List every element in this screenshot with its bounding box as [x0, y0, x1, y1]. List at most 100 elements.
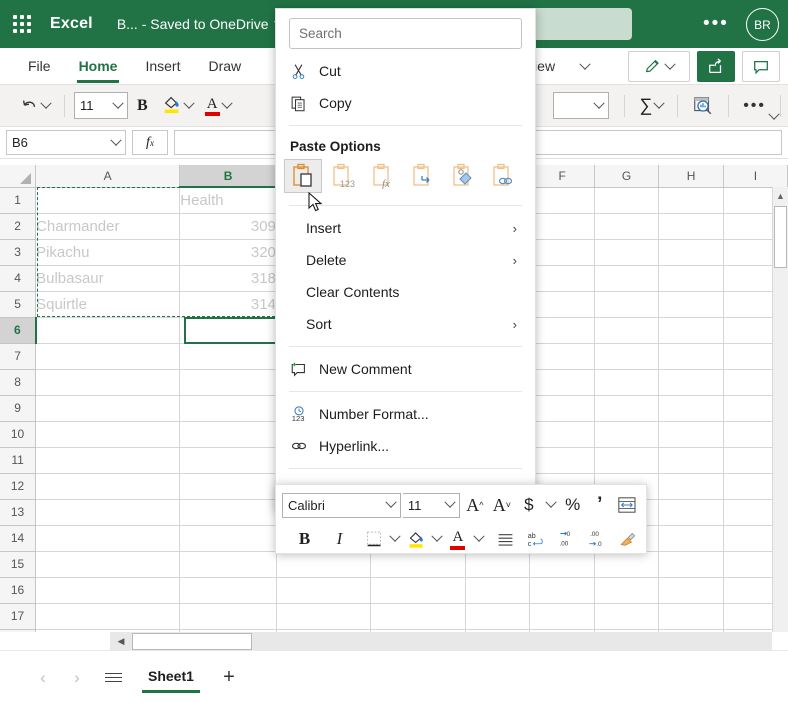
cell-F7[interactable]	[529, 343, 595, 370]
paste-values-button[interactable]: 123	[324, 159, 362, 193]
cell-B4[interactable]: 318	[179, 265, 277, 292]
cell-G2[interactable]	[594, 213, 660, 240]
cell-F16[interactable]	[529, 577, 595, 604]
document-title[interactable]: B... - Saved to OneDrive	[117, 14, 287, 32]
cell-A4[interactable]: Bulbasaur	[35, 265, 181, 292]
cell-H5[interactable]	[658, 291, 724, 318]
cell-G11[interactable]	[594, 447, 660, 474]
tab-file[interactable]: File	[14, 48, 65, 85]
scroll-up-arrow[interactable]: ▲	[773, 187, 788, 205]
comments-button[interactable]	[742, 51, 780, 82]
more-options-button[interactable]: •••	[703, 14, 729, 33]
tab-insert[interactable]: Insert	[131, 48, 194, 85]
cell-G1[interactable]	[594, 187, 660, 214]
cell-F3[interactable]	[529, 239, 595, 266]
cell-G10[interactable]	[594, 421, 660, 448]
analyze-data-button[interactable]	[687, 91, 719, 121]
row-header-17[interactable]: 17	[0, 603, 37, 630]
paste-formulas-button[interactable]: fx	[364, 159, 402, 193]
cell-A14[interactable]	[35, 525, 181, 552]
paste-formatting-button[interactable]	[444, 159, 482, 193]
cell-B14[interactable]	[179, 525, 277, 552]
cell-H15[interactable]	[658, 551, 724, 578]
cell-G5[interactable]	[594, 291, 660, 318]
cell-A5[interactable]: Squirtle	[35, 291, 181, 318]
currency-format-button[interactable]: $	[516, 492, 541, 519]
cell-F5[interactable]	[529, 291, 595, 318]
cell-B3[interactable]: 320	[179, 239, 277, 266]
cell-H8[interactable]	[658, 369, 724, 396]
menu-item-number-format[interactable]: 123 Number Format...	[276, 398, 535, 430]
name-box[interactable]: B6	[6, 130, 126, 155]
app-launcher-icon[interactable]	[0, 15, 44, 33]
row-header-2[interactable]: 2	[0, 213, 37, 240]
cell-H6[interactable]	[658, 317, 724, 344]
cell-F17[interactable]	[529, 603, 595, 630]
cell-F4[interactable]	[529, 265, 595, 292]
mini-fill-color-button[interactable]	[404, 526, 429, 553]
menu-item-cut[interactable]: Cut	[276, 55, 535, 87]
wrap-text-button[interactable]	[614, 492, 640, 519]
cell-A12[interactable]	[35, 473, 181, 500]
next-sheet-button[interactable]: ›	[62, 663, 92, 693]
menu-item-hyperlink[interactable]: Hyperlink...	[276, 430, 535, 462]
bold-button[interactable]: B	[130, 97, 155, 115]
sheet-tab-sheet1[interactable]: Sheet1	[134, 662, 208, 693]
row-header-10[interactable]: 10	[0, 421, 37, 448]
borders-chevron-down-icon[interactable]	[389, 526, 402, 553]
cell-G9[interactable]	[594, 395, 660, 422]
cell-H16[interactable]	[658, 577, 724, 604]
cell-B5[interactable]: 314	[179, 291, 277, 318]
menu-item-new-comment[interactable]: New Comment	[276, 353, 535, 385]
column-header-i[interactable]: I	[723, 165, 788, 188]
row-header-11[interactable]: 11	[0, 447, 37, 474]
paste-transpose-button[interactable]	[404, 159, 442, 193]
comma-format-button[interactable]: ’	[587, 492, 612, 519]
cell-G3[interactable]	[594, 239, 660, 266]
vertical-scroll-thumb[interactable]	[774, 206, 787, 268]
column-header-b[interactable]: B	[179, 165, 277, 188]
cell-A6[interactable]	[35, 317, 181, 344]
cell-H2[interactable]	[658, 213, 724, 240]
cell-A11[interactable]	[35, 447, 181, 474]
row-header-16[interactable]: 16	[0, 577, 37, 604]
cell-D17[interactable]	[370, 603, 466, 630]
tab-draw[interactable]: Draw	[194, 48, 255, 85]
cell-G4[interactable]	[594, 265, 660, 292]
cell-F8[interactable]	[529, 369, 595, 396]
autosum-button[interactable]: ∑	[634, 91, 668, 121]
cell-B1[interactable]: Health	[179, 187, 277, 214]
cell-H12[interactable]	[658, 473, 724, 500]
menu-item-copy[interactable]: Copy	[276, 87, 535, 119]
cell-A3[interactable]: Pikachu	[35, 239, 181, 266]
paste-button[interactable]	[284, 159, 322, 193]
cell-B9[interactable]	[179, 395, 277, 422]
select-all-corner[interactable]	[0, 165, 37, 188]
row-header-13[interactable]: 13	[0, 499, 37, 526]
cell-A10[interactable]	[35, 421, 181, 448]
cell-H9[interactable]	[658, 395, 724, 422]
pencil-button[interactable]	[628, 51, 690, 82]
cell-F15[interactable]	[529, 551, 595, 578]
cell-H13[interactable]	[658, 499, 724, 526]
cell-G17[interactable]	[594, 603, 660, 630]
cell-F9[interactable]	[529, 395, 595, 422]
cell-A9[interactable]	[35, 395, 181, 422]
borders-button[interactable]	[362, 526, 387, 553]
cell-G16[interactable]	[594, 577, 660, 604]
cell-A7[interactable]	[35, 343, 181, 370]
cell-A13[interactable]	[35, 499, 181, 526]
vertical-scrollbar[interactable]: ▲ ▼	[772, 187, 788, 650]
cell-B17[interactable]	[179, 603, 277, 630]
grow-font-button[interactable]: A ^	[462, 492, 487, 519]
menu-item-delete[interactable]: Delete ›	[276, 244, 535, 276]
cell-B11[interactable]	[179, 447, 277, 474]
menu-item-insert[interactable]: Insert ›	[276, 212, 535, 244]
cell-B15[interactable]	[179, 551, 277, 578]
row-header-14[interactable]: 14	[0, 525, 37, 552]
menu-item-clear-contents[interactable]: Clear Contents	[276, 276, 535, 308]
cell-F1[interactable]	[529, 187, 595, 214]
cell-B13[interactable]	[179, 499, 277, 526]
row-header-12[interactable]: 12	[0, 473, 37, 500]
cell-A16[interactable]	[35, 577, 181, 604]
